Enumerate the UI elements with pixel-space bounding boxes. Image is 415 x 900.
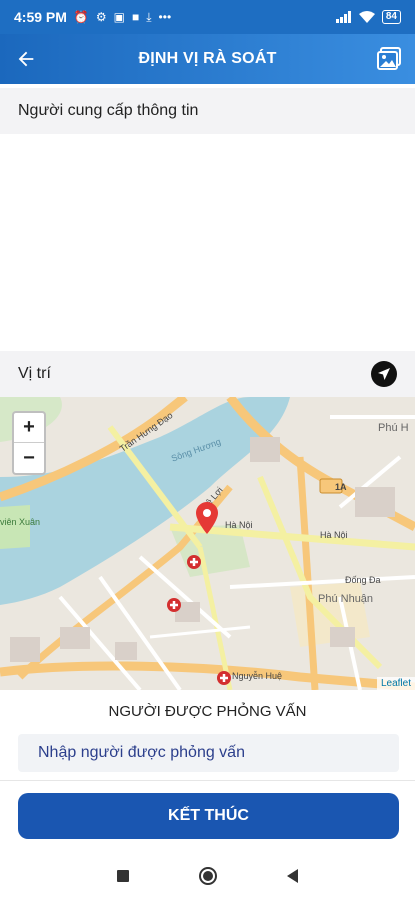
app-bar: ĐỊNH VỊ RÀ SOÁT (0, 34, 415, 84)
message-icon: ▣ (113, 10, 125, 24)
more-icon: ••• (158, 10, 172, 24)
back-button[interactable] (0, 34, 52, 84)
street-label-ha-noi-2: Hà Nội (320, 530, 348, 540)
wifi-icon (358, 11, 375, 23)
page-title: ĐỊNH VỊ RÀ SOÁT (138, 50, 277, 67)
building (10, 637, 40, 662)
home-icon[interactable] (199, 867, 217, 885)
battery-indicator: 84 (381, 10, 401, 24)
locate-button[interactable] (371, 361, 397, 387)
gallery-icon (377, 47, 401, 70)
signal-icon (335, 11, 351, 23)
zoom-in-button[interactable]: + (14, 413, 44, 443)
status-right: 84 (335, 10, 401, 24)
provider-section-header: Người cung cấp thông tin (0, 88, 415, 134)
interviewee-title: NGƯỜI ĐƯỢC PHỎNG VẤN (108, 703, 307, 720)
location-section-header: Vị trí (0, 351, 415, 397)
map-attribution-link[interactable]: Leaflet (376, 677, 415, 690)
home-icon-dot (203, 871, 213, 881)
notification-icon: ■ (131, 10, 140, 24)
street-label-nguyen-hue: Nguyễn Huệ (232, 671, 283, 681)
building (355, 487, 395, 517)
provider-signature-area[interactable] (0, 134, 415, 350)
back-icon[interactable] (287, 869, 298, 883)
district-label-phu-nhuan: Phú Nhuận (318, 593, 374, 605)
status-left: 4:59 PM ⏰ ⚙ ▣ ■ ⤓ ••• (14, 9, 171, 25)
location-label: Vị trí (18, 365, 51, 382)
navigation-arrow-icon (378, 368, 390, 380)
recents-icon[interactable] (117, 870, 129, 882)
gallery-button[interactable] (363, 34, 415, 84)
building (330, 627, 355, 647)
divider (0, 780, 415, 781)
alarm-icon: ⏰ (73, 10, 89, 24)
map-view[interactable]: 1A Sông Hương Trần Hưng Đạo Hà Nội Hà Nộ… (0, 397, 415, 690)
system-nav-bar (0, 852, 415, 900)
finish-button[interactable]: KẾT THÚC (18, 793, 399, 839)
building (250, 437, 280, 462)
building (60, 627, 90, 649)
street-label-dong-da: Đống Đa (345, 575, 381, 585)
interviewee-input[interactable]: Nhập người được phỏng vấn (18, 734, 399, 772)
hospital-icon (167, 598, 181, 612)
park-label-vien-xuan: viên Xuân (0, 517, 41, 527)
settings-icon: ⚙ (95, 10, 107, 24)
arrow-left-icon (18, 51, 34, 67)
map-pin-icon[interactable] (196, 502, 218, 534)
zoom-control: + − (12, 411, 46, 475)
district-label-phu-hoi: Phú H (378, 422, 409, 434)
download-icon: ⤓ (146, 9, 152, 24)
hospital-icon (187, 555, 201, 569)
provider-label: Người cung cấp thông tin (18, 102, 199, 119)
park-area (0, 505, 30, 549)
hospital-icon (217, 671, 231, 685)
status-bar: 4:59 PM ⏰ ⚙ ▣ ■ ⤓ ••• 84 (0, 0, 415, 34)
building (115, 642, 137, 660)
status-time: 4:59 PM (14, 9, 67, 25)
zoom-out-button[interactable]: − (14, 443, 44, 473)
street-label-ha-noi: Hà Nội (225, 520, 253, 530)
route-label: 1A (335, 482, 347, 492)
